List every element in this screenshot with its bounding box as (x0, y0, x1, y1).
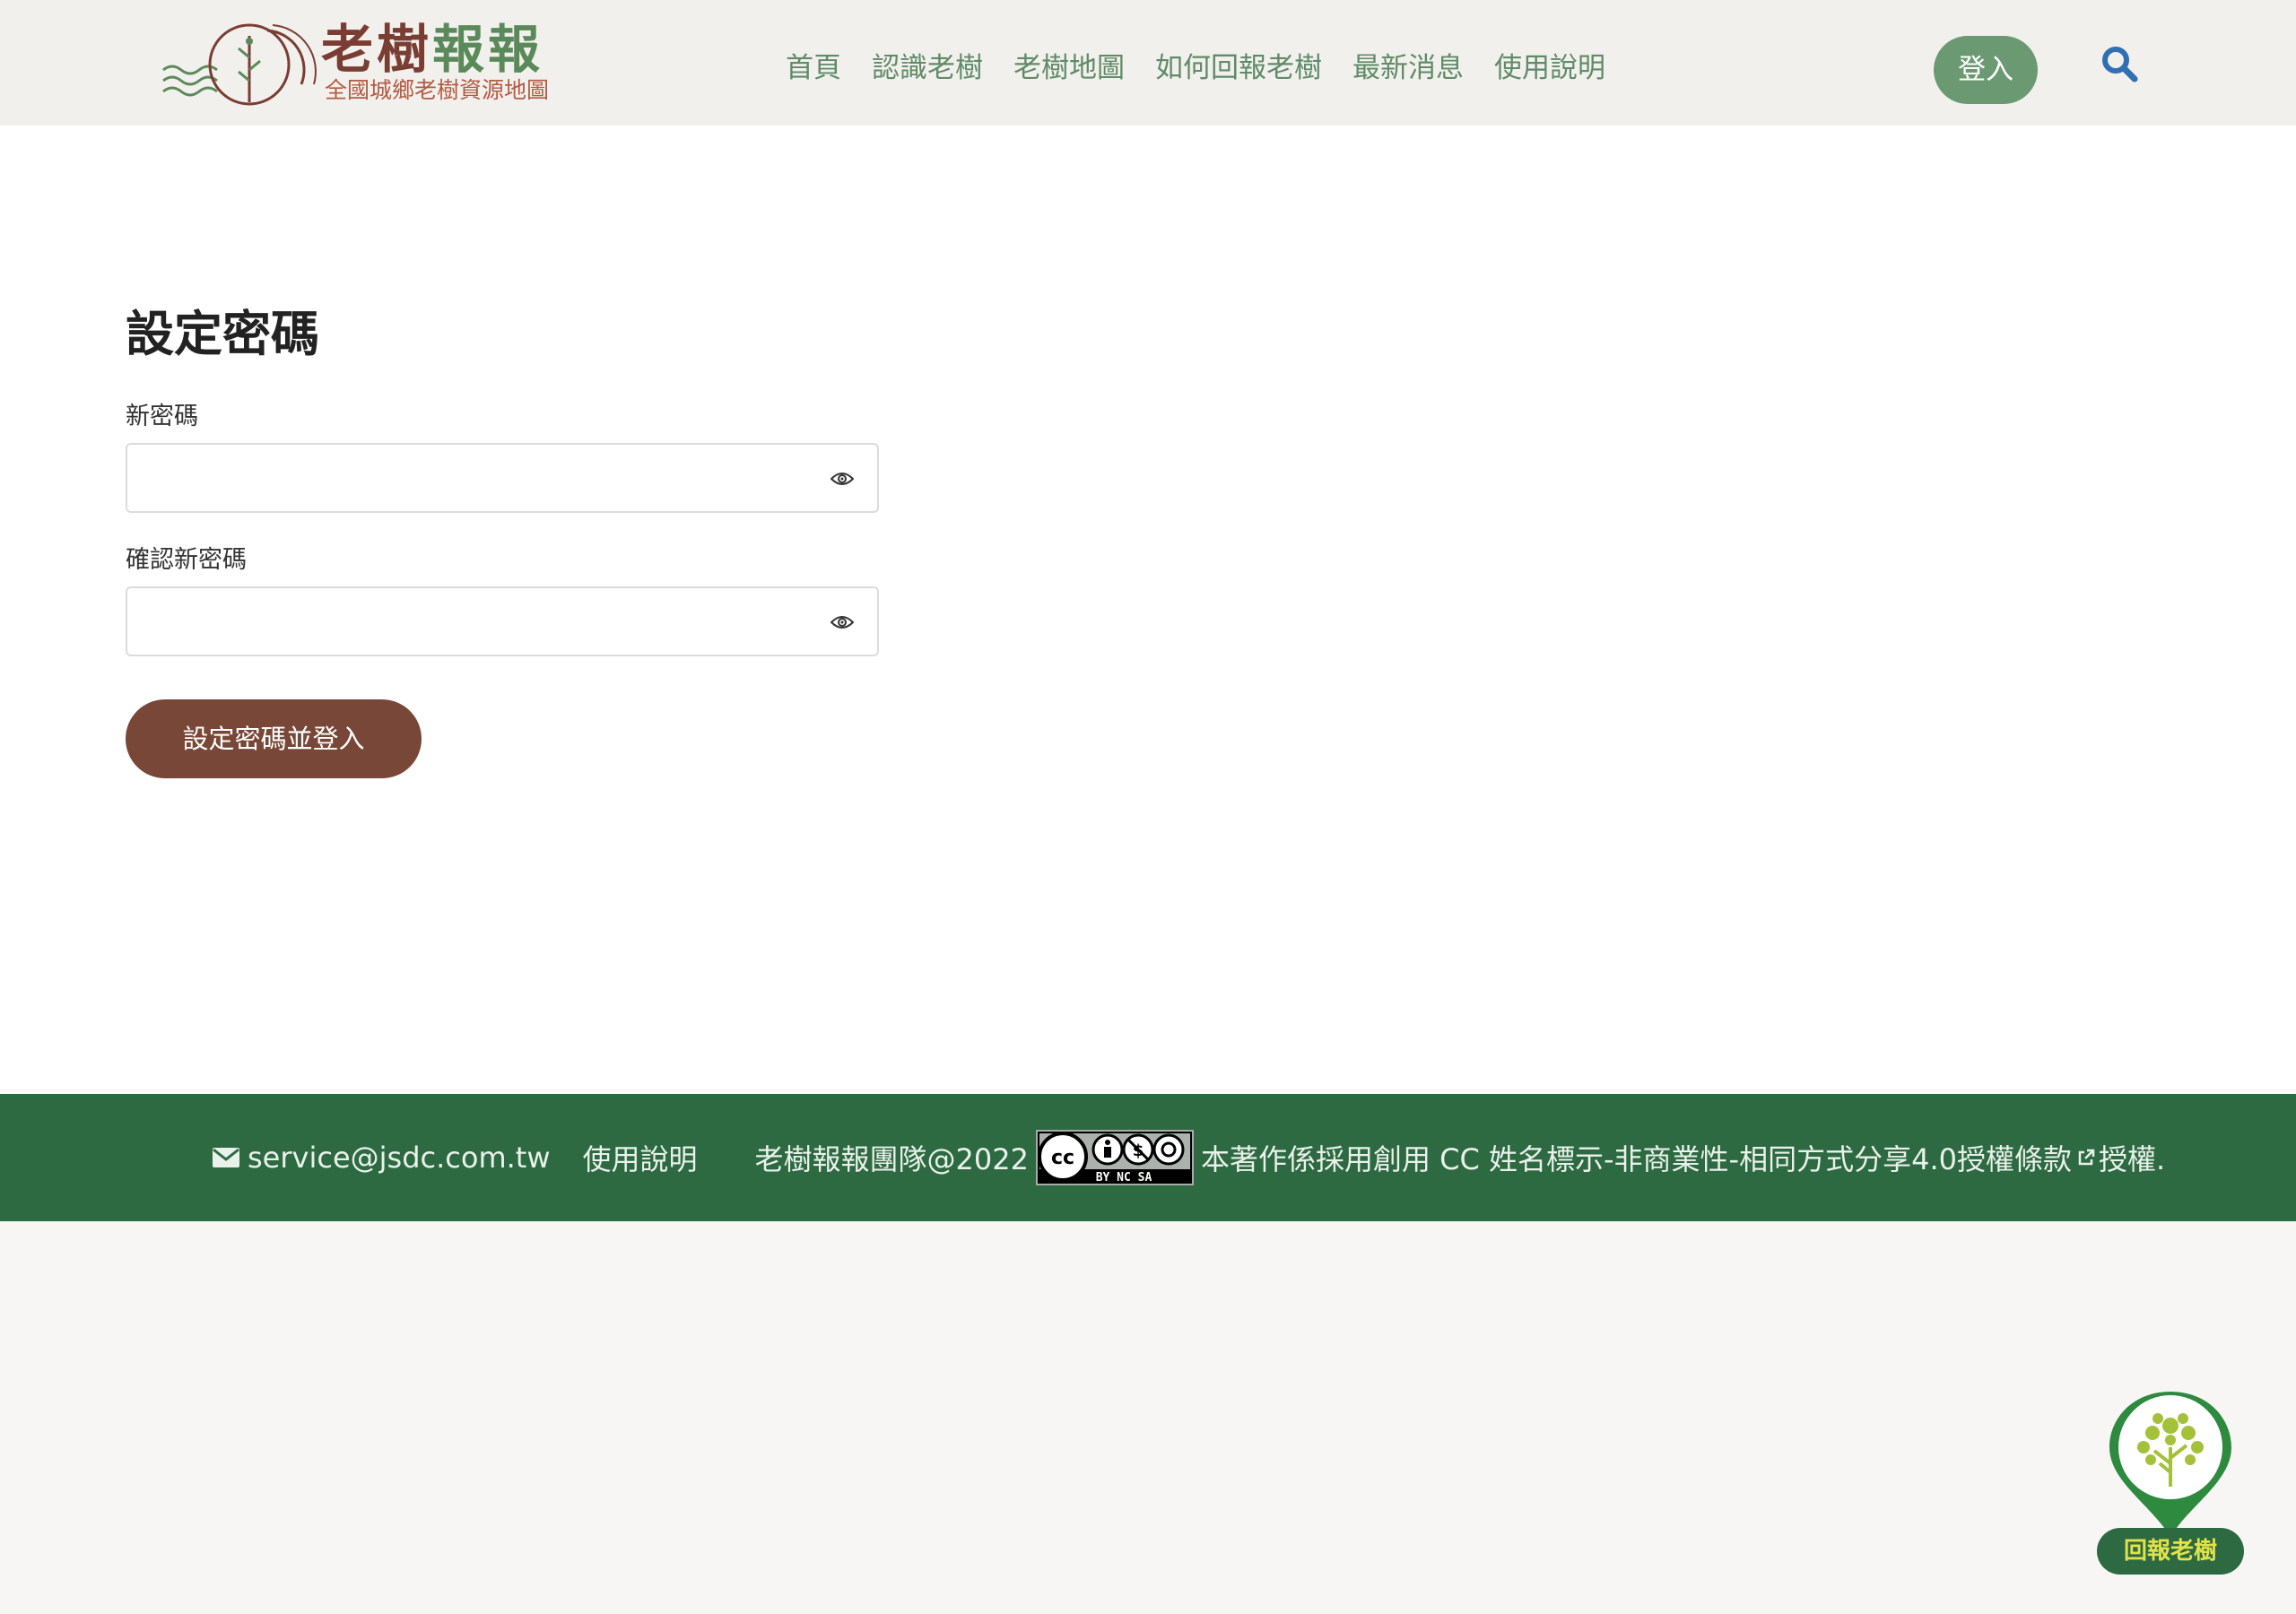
footer-copyright: 老樹報報團隊@2022 (754, 1142, 1029, 1176)
confirm-password-field-wrapper (126, 586, 879, 656)
eye-icon[interactable] (831, 614, 854, 630)
cc-badge-text: BY NC SA (1096, 1171, 1152, 1184)
eye-icon[interactable] (831, 471, 854, 487)
tree-ring-logo-icon (162, 23, 317, 106)
site-footer: service@jsdc.com.tw 使用說明 老樹報報團隊@2022 cc … (0, 1094, 2296, 1221)
login-button[interactable]: 登入 (1934, 36, 2038, 104)
logo-subtitle: 全國城鄉老樹資源地圖 (325, 77, 550, 103)
confirm-password-label: 確認新密碼 (126, 546, 247, 574)
set-password-login-button[interactable]: 設定密碼並登入 (126, 699, 422, 778)
new-password-field-wrapper (126, 443, 879, 513)
report-tree-label: 回報老樹 (2097, 1528, 2244, 1575)
external-link-icon (2078, 1149, 2095, 1166)
nav-item-about-trees[interactable]: 認識老樹 (872, 47, 983, 90)
svg-text:cc: cc (1051, 1147, 1074, 1169)
site-logo[interactable]: 老樹報報 全國城鄉老樹資源地圖 (160, 14, 563, 113)
main-content: 設定密碼 新密碼 確認新密碼 設定密碼並登入 (0, 126, 2296, 1094)
page-title: 設定密碼 (126, 306, 319, 362)
report-tree-floating-button[interactable]: 回報老樹 (2097, 1388, 2244, 1576)
envelope-icon (213, 1148, 239, 1167)
site-header: 老樹報報 全國城鄉老樹資源地圖 首頁 認識老樹 老樹地圖 如何回報老樹 最新消息… (0, 0, 2296, 126)
license-suffix: 授權. (2099, 1142, 2166, 1176)
main-nav: 首頁 認識老樹 老樹地圖 如何回報老樹 最新消息 使用說明 (786, 47, 1605, 90)
nav-item-news[interactable]: 最新消息 (1352, 47, 1464, 90)
logo-title: 老樹報報 (321, 18, 544, 81)
new-password-label: 新密碼 (126, 403, 198, 430)
logo-title-part1: 老樹 (321, 19, 433, 80)
search-icon[interactable] (2100, 45, 2140, 84)
footer-row: service@jsdc.com.tw 使用說明 老樹報報團隊@2022 cc … (212, 1094, 2165, 1221)
nav-item-tree-map[interactable]: 老樹地圖 (1013, 47, 1125, 90)
footer-help-link[interactable]: 使用說明 (583, 1137, 698, 1178)
license-link[interactable]: 本著作係採用創用 CC 姓名標示-非商業性-相同方式分享4.0授權條款 (1201, 1137, 2072, 1178)
cc-license-badge[interactable]: cc $ BY NC SA (1035, 1130, 1194, 1185)
nav-item-how-to-report[interactable]: 如何回報老樹 (1155, 47, 1322, 90)
nav-item-home[interactable]: 首頁 (786, 47, 841, 90)
logo-title-part2: 報報 (432, 19, 544, 80)
confirm-password-input[interactable] (127, 588, 827, 655)
new-password-input[interactable] (127, 445, 827, 511)
nav-item-help[interactable]: 使用說明 (1494, 47, 1605, 90)
footer-email-link[interactable]: service@jsdc.com.tw (248, 1141, 551, 1175)
tree-pin-icon (2109, 1392, 2231, 1537)
